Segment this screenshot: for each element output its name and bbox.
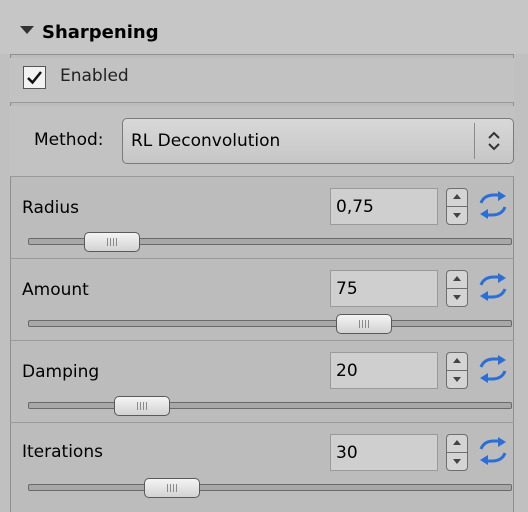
- updown-chevron-icon: [488, 131, 500, 151]
- method-label: Method:: [34, 130, 104, 150]
- radius-spinner[interactable]: [446, 188, 468, 225]
- damping-label: Damping: [22, 362, 100, 382]
- amount-slider-track[interactable]: [28, 320, 512, 327]
- iterations-slider-thumb[interactable]: [144, 478, 200, 498]
- panel-title: Sharpening: [42, 22, 159, 43]
- radius-slider-thumb[interactable]: [84, 232, 140, 252]
- iterations-input[interactable]: 30: [330, 434, 438, 471]
- spin-up-icon[interactable]: [453, 440, 461, 445]
- spin-down-icon[interactable]: [453, 377, 461, 382]
- damping-slider-track[interactable]: [28, 402, 512, 409]
- radius-input[interactable]: 0,75: [330, 188, 438, 225]
- amount-input[interactable]: 75: [330, 270, 438, 307]
- spin-down-icon[interactable]: [453, 295, 461, 300]
- method-select-value: RL Deconvolution: [131, 131, 281, 151]
- iterations-label: Iterations: [22, 442, 103, 462]
- damping-slider-thumb[interactable]: [114, 396, 170, 416]
- amount-reset-refresh-icon[interactable]: [476, 273, 510, 301]
- spin-down-icon[interactable]: [453, 213, 461, 218]
- damping-input[interactable]: 20: [330, 352, 438, 389]
- divider: [10, 258, 514, 259]
- amount-label: Amount: [22, 280, 89, 300]
- divider: [10, 340, 514, 341]
- divider: [10, 422, 514, 423]
- spin-down-icon[interactable]: [453, 459, 461, 464]
- checkmark-icon: [27, 71, 42, 85]
- method-select[interactable]: RL Deconvolution: [122, 118, 514, 164]
- spin-up-icon[interactable]: [453, 358, 461, 363]
- iterations-reset-refresh-icon[interactable]: [476, 437, 510, 465]
- select-separator: [474, 123, 475, 159]
- radius-label: Radius: [22, 198, 80, 218]
- damping-spinner[interactable]: [446, 352, 468, 389]
- enabled-label: Enabled: [60, 66, 129, 86]
- enabled-checkbox[interactable]: [23, 66, 46, 89]
- divider: [10, 176, 514, 177]
- sharpening-panel: Sharpening Enabled Method: RL Deconvolut…: [0, 0, 528, 512]
- collapse-triangle-icon[interactable]: [20, 26, 34, 34]
- iterations-slider-track[interactable]: [28, 484, 512, 491]
- spin-up-icon[interactable]: [453, 276, 461, 281]
- spin-up-icon[interactable]: [453, 194, 461, 199]
- panel-header[interactable]: Sharpening: [0, 0, 528, 54]
- amount-spinner[interactable]: [446, 270, 468, 307]
- radius-reset-refresh-icon[interactable]: [476, 191, 510, 219]
- divider: [10, 102, 514, 103]
- iterations-spinner[interactable]: [446, 434, 468, 471]
- damping-reset-refresh-icon[interactable]: [476, 355, 510, 383]
- amount-slider-thumb[interactable]: [336, 314, 392, 334]
